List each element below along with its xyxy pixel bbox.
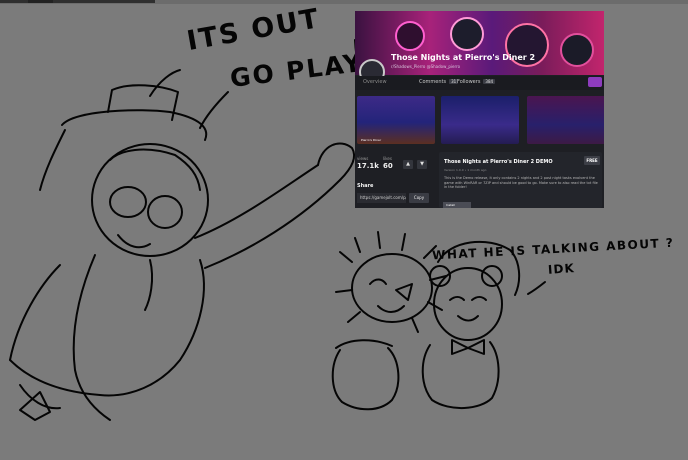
banner-character-4 — [560, 33, 594, 67]
left-mouth-stroke — [117, 234, 151, 249]
stats-panel: views 17.1k likes 60 ▲ ▼ Share https://g… — [355, 152, 435, 208]
tab-followers[interactable]: Followers 384 — [457, 79, 496, 85]
game-title: Those Nights at Pierro's Diner 2 — [391, 53, 536, 62]
caption-reply: IDK — [547, 261, 576, 277]
raised-arm-upper-stroke — [194, 164, 319, 239]
likes-label: likes — [383, 156, 392, 161]
banner-character-1 — [395, 21, 425, 51]
thumbs-up-icon: ▲ — [406, 161, 410, 167]
likes-value: 60 — [383, 162, 393, 170]
tie-stroke — [144, 259, 154, 311]
sun-eye-right-stroke — [395, 283, 413, 301]
views-label: views — [357, 156, 369, 161]
tab-comments[interactable]: Comments 31 — [419, 79, 459, 85]
like-button[interactable]: ▲ — [403, 160, 413, 169]
banner-character-2 — [450, 17, 484, 51]
body-left-stroke — [9, 264, 61, 361]
views-value: 17.1k — [357, 162, 379, 170]
build-meta: Version 1.0.0 • 1 month ago — [444, 168, 487, 172]
game-build-card: Those Nights at Pierro's Diner 2 DEMO Ve… — [439, 152, 602, 208]
tab-followers-label: Followers — [457, 79, 481, 85]
share-heading: Share — [357, 183, 374, 189]
right-eye-stroke — [147, 195, 183, 229]
tab-comments-label: Comments — [419, 79, 447, 85]
body-bottom-stroke — [9, 359, 181, 397]
build-description: This is the Demo release, it only contai… — [444, 176, 598, 189]
game-subtitle: r/Shadows_Pierro @Shadow_pierro — [391, 64, 461, 69]
sun-eye-left-stroke — [369, 278, 387, 285]
bear-eye-left-stroke — [449, 296, 465, 301]
media-thumbnail-1[interactable]: Pierro's Diner — [357, 96, 435, 144]
bear-ear-right-stroke — [481, 265, 503, 287]
sun-collar-stroke — [335, 339, 393, 349]
bear-pointer-stroke — [527, 281, 546, 295]
media-thumbnail-3[interactable] — [527, 96, 604, 144]
media-thumbnail-2[interactable] — [441, 96, 519, 144]
hat-brim-stroke — [61, 109, 208, 141]
body-right-stroke — [179, 259, 205, 361]
hat-left-flap-stroke — [39, 129, 66, 191]
sun-mouth-stroke — [377, 305, 405, 313]
follow-button[interactable] — [588, 77, 602, 87]
left-eye-stroke — [109, 186, 147, 218]
thumbs-down-icon: ▼ — [420, 161, 424, 167]
build-title: Those Nights at Pierro's Diner 2 DEMO — [444, 159, 553, 165]
dislike-button[interactable]: ▼ — [417, 160, 427, 169]
share-url-field[interactable]: https://gamejolt.com/p/ — [357, 193, 406, 203]
bear-mouth-stroke — [457, 315, 479, 322]
embedded-game-page: Those Nights at Pierro's Diner 2 r/Shado… — [355, 11, 604, 208]
hat-crown-stroke — [107, 84, 179, 121]
thumbnail-label: Pierro's Diner — [361, 138, 382, 142]
tab-overview-label: Overview — [363, 79, 387, 85]
bear-eye-right-stroke — [471, 296, 487, 301]
game-banner: Those Nights at Pierro's Diner 2 r/Shado… — [355, 11, 604, 75]
free-badge: FREE — [584, 156, 600, 165]
bear-head-stroke — [433, 267, 503, 341]
install-button[interactable]: Install — [443, 202, 471, 208]
raised-hand-stroke — [317, 142, 356, 181]
tab-bar: Overview Comments 31 Followers 384 — [355, 76, 604, 90]
bear-bowtie-stroke — [451, 339, 485, 355]
copy-button[interactable]: Copy — [409, 193, 429, 203]
followers-count-badge: 384 — [483, 79, 496, 84]
caption-pointer-stroke — [199, 91, 229, 129]
bear-body-stroke — [421, 341, 500, 410]
tab-overview[interactable]: Overview — [363, 79, 387, 85]
sun-body-stroke — [331, 347, 400, 411]
